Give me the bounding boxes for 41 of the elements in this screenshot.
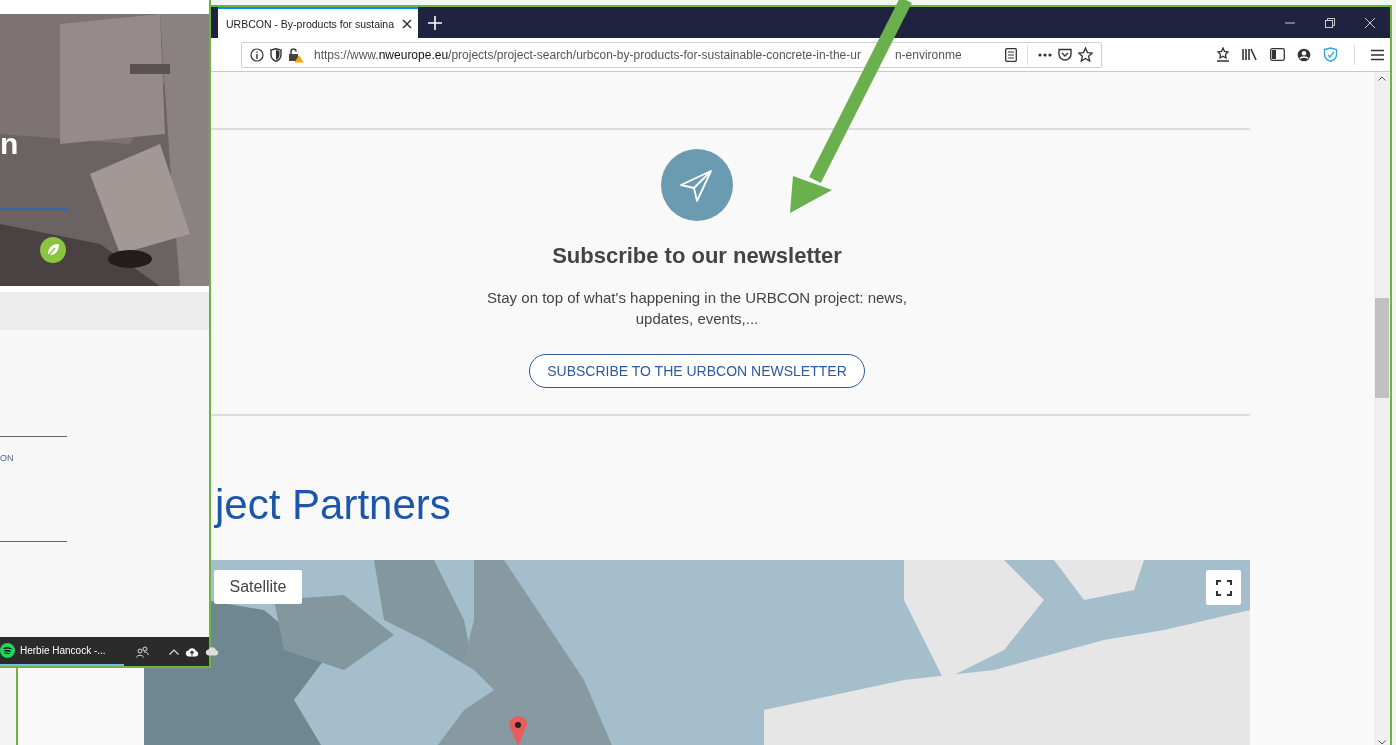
reader-view-icon[interactable] (1005, 47, 1017, 62)
people-icon[interactable] (135, 645, 149, 658)
close-icon[interactable] (402, 18, 412, 29)
scrollbar-thumb[interactable] (1375, 298, 1389, 398)
newsletter-description: Stay on top of what's happening in the URBCON project: news, updates, events,... (486, 288, 908, 329)
pocket-icon[interactable] (1058, 48, 1072, 61)
info-icon[interactable] (250, 47, 264, 62)
cloud-upload-icon[interactable] (184, 646, 199, 657)
photo-heading: n (0, 126, 19, 162)
caret-up-icon[interactable] (1378, 76, 1386, 81)
menu-icon[interactable] (1371, 48, 1384, 61)
star-icon[interactable] (1078, 47, 1093, 62)
scrollbar[interactable] (1374, 72, 1390, 745)
taskbar-app-button[interactable]: Herbie Hancock -... (0, 637, 124, 666)
paper-plane-icon (661, 149, 733, 221)
fullscreen-button[interactable] (1206, 570, 1241, 605)
chevron-up-icon[interactable] (168, 648, 179, 655)
section-heading: ject Partners (213, 480, 452, 530)
warning-lock-icon[interactable] (288, 46, 304, 63)
address-field[interactable]: https://www.nweurope.eu/projects/project-search/urbcon-by-products-for-sustainable-concrete-in-the-ur n-environme (241, 41, 1102, 68)
subscribe-button[interactable]: SUBSCRIBE TO THE URBCON NEWSLETTER (529, 354, 865, 388)
leaf-icon[interactable] (40, 237, 66, 263)
newsletter-title: Subscribe to our newsletter (552, 243, 842, 269)
caret-down-icon[interactable] (1378, 740, 1386, 745)
sidebar-icon[interactable] (1270, 48, 1285, 61)
bookmark-star-icon[interactable] (1216, 47, 1230, 62)
more-icon[interactable] (1038, 52, 1052, 57)
link-text[interactable]: ON (0, 453, 14, 463)
plus-icon (428, 15, 442, 30)
account-icon[interactable] (1297, 47, 1311, 62)
restore-icon (1325, 17, 1335, 28)
url-text: n-environme (894, 47, 963, 62)
shield-icon[interactable] (270, 47, 282, 62)
browser-tab[interactable]: URBCON - By-products for sustaina (218, 7, 418, 38)
spotify-icon (0, 643, 15, 658)
close-icon (1365, 17, 1375, 28)
cloud-icon[interactable] (204, 647, 219, 656)
library-icon[interactable] (1242, 48, 1258, 61)
map-type-button[interactable]: Satellite (214, 570, 302, 604)
fullscreen-icon (1215, 579, 1232, 596)
url-text: https://www.nweurope.eu/projects/project-search/urbcon-by-products-for-sustainable-concrete-in-the-ur (314, 47, 861, 62)
